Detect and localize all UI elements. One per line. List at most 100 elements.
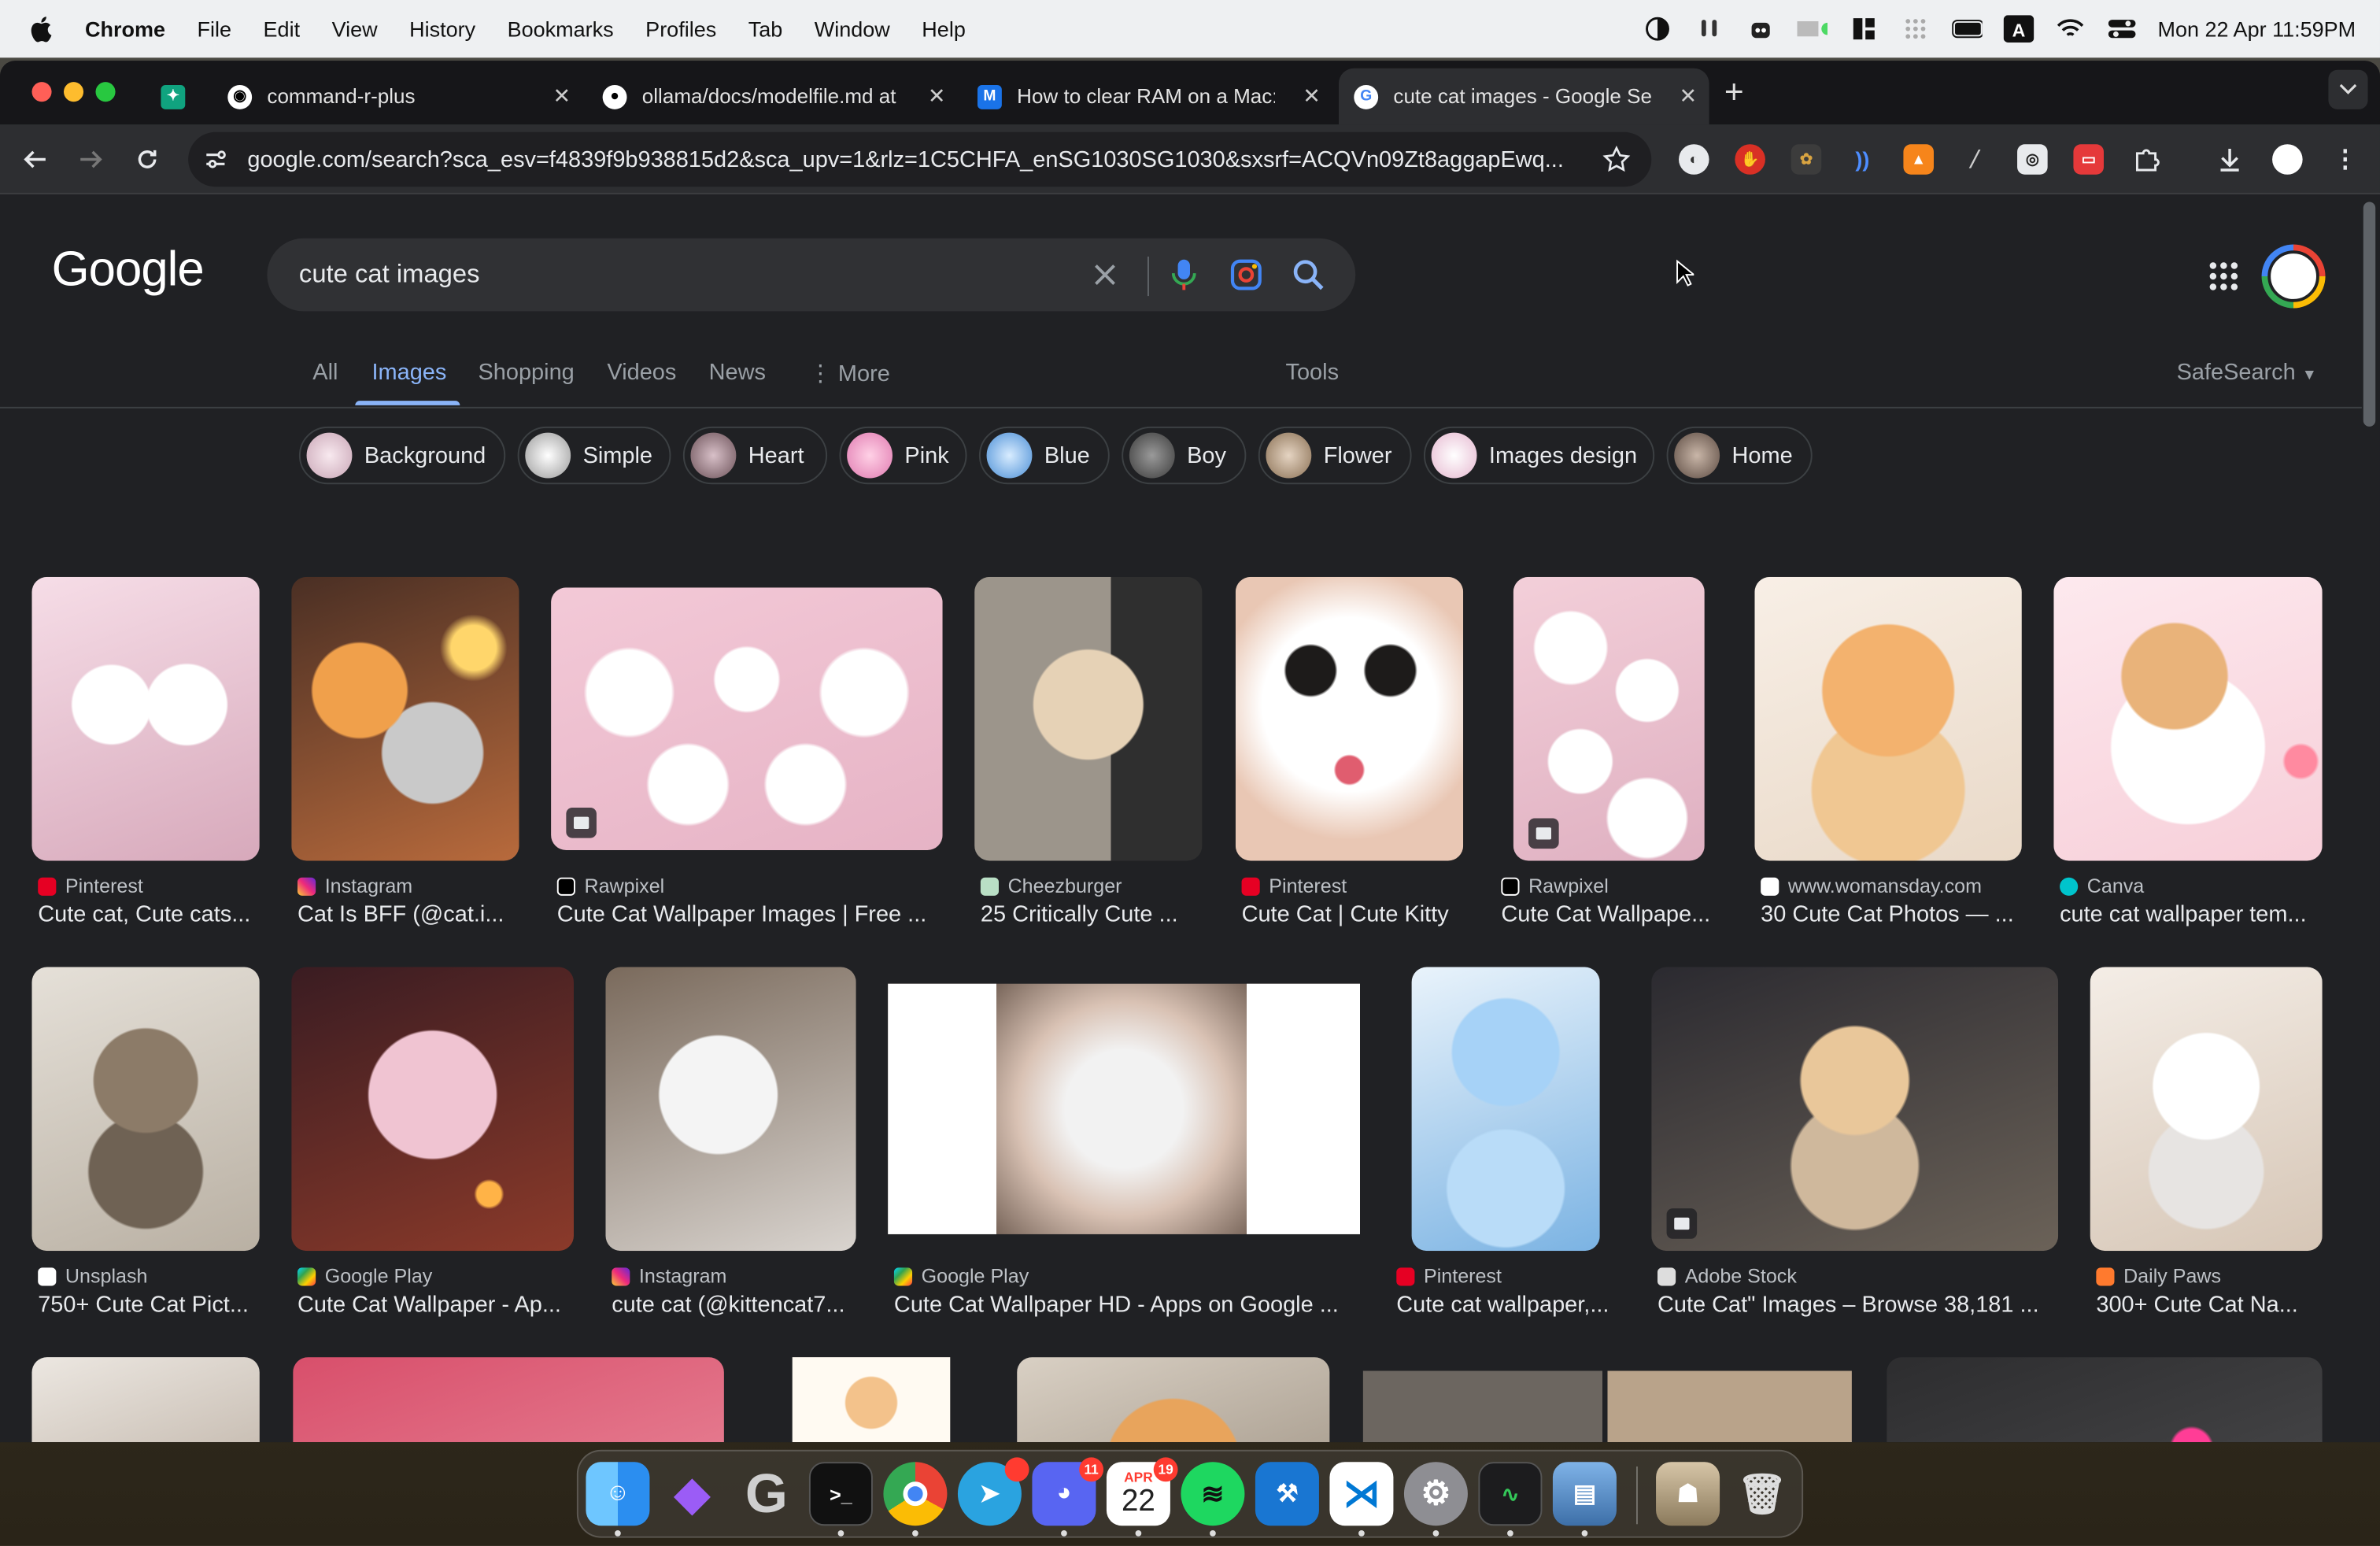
apple-icon[interactable] [31,15,55,43]
menu-window[interactable]: Window [815,17,890,41]
menu-app-name[interactable]: Chrome [85,17,165,41]
result-image[interactable] [792,1357,951,1443]
tab-more[interactable]: ⋮ More [809,360,890,387]
result-source[interactable]: Pinterest [38,875,143,897]
address-url[interactable]: google.com/search?sca_esv=f4839f9b938815… [247,146,1598,172]
tab-ollama-github[interactable]: ● ollama/docs/modelfile.md at ✕ [587,68,958,124]
google-apps-icon[interactable] [2207,260,2240,293]
extension-8-icon[interactable]: ▭ [2073,144,2104,175]
robot-icon[interactable] [1745,15,1776,43]
result-source[interactable]: Pinterest [1396,1264,1502,1287]
bookmark-star-icon[interactable] [1602,145,1631,180]
result-image[interactable] [551,587,943,850]
preview-icon[interactable]: ▤ [1552,1462,1617,1526]
result-source[interactable]: Canva [2060,875,2144,897]
input-source-icon[interactable]: A [2002,15,2034,43]
layout-icon[interactable] [1848,15,1879,43]
address-bar[interactable]: google.com/search?sca_esv=f4839f9b938815… [188,131,1652,187]
safesearch-button[interactable]: SafeSearch ▼ [2177,360,2317,386]
result-caption[interactable]: 30 Cute Cat Photos — ... [1761,902,2022,928]
result-caption[interactable]: Cute Cat | Cute Kitty [1242,902,1469,928]
result-caption[interactable]: cute cat wallpaper tem... [2060,902,2318,928]
wifi-icon[interactable] [2054,15,2085,43]
finder-icon[interactable]: ☺ [586,1462,650,1526]
result-image[interactable] [291,576,519,861]
voice-search-icon[interactable] [1166,257,1202,293]
chip-simple[interactable]: Simple [517,426,671,485]
chip-background[interactable]: Background [298,426,506,485]
result-image[interactable] [1513,576,1705,861]
search-input[interactable] [298,259,1059,290]
result-caption[interactable]: Cute cat wallpaper,... [1396,1292,1615,1318]
result-image[interactable] [293,1357,724,1443]
result-caption[interactable]: Cat Is BFF (@cat.i... [298,902,519,928]
control-center-icon[interactable] [2106,15,2137,43]
extensions-puzzle-icon[interactable] [2131,144,2162,175]
result-caption[interactable]: Cute Cat Wallpape... [1501,902,1717,928]
zoom-window-button[interactable] [95,82,116,102]
menu-help[interactable]: Help [922,17,966,41]
downloads-folder-icon[interactable]: ☗ [1656,1462,1720,1526]
extension-7-icon[interactable]: ◎ [2017,144,2048,175]
calendar-icon[interactable]: APR 22 19 [1106,1457,1178,1526]
chip-pink[interactable]: Pink [839,426,967,485]
tab-news[interactable]: News [709,360,766,386]
chip-flower[interactable]: Flower [1258,426,1412,485]
result-source[interactable]: Unsplash [38,1264,147,1287]
result-source[interactable]: Rawpixel [1501,875,1609,897]
result-image[interactable] [1235,576,1464,861]
trash-icon[interactable]: 🗑 [1731,1462,1794,1526]
close-tab-icon[interactable]: ✕ [1303,83,1321,109]
chip-blue[interactable]: Blue [978,426,1110,485]
chrome-menu-icon[interactable]: ⋮ [2330,144,2360,175]
extension-3-icon[interactable]: ✿ [1791,144,1822,175]
result-caption[interactable]: Cute Cat" Images – Browse 38,181 ... [1658,1292,2052,1318]
page-scrollbar[interactable] [2363,202,2376,427]
obsidian-icon[interactable]: ◆ [660,1462,724,1526]
result-image[interactable] [1651,967,2059,1252]
result-image[interactable] [291,967,574,1252]
telegram-icon[interactable]: ➤ [957,1457,1029,1526]
result-caption[interactable]: 25 Critically Cute ... [981,902,1203,928]
result-source[interactable]: Google Play [893,1264,1029,1287]
stats-icon[interactable] [1796,15,1828,43]
profile-avatar-icon[interactable] [2272,144,2303,175]
menubar-clock[interactable]: Mon 22 Apr 11:59PM [2157,17,2356,41]
result-source[interactable]: Pinterest [1241,875,1347,897]
extension-2-icon[interactable]: ✋ [1735,144,1765,175]
result-source[interactable]: Rawpixel [556,875,664,897]
close-window-button[interactable] [31,82,52,102]
tab-clear-ram[interactable]: M How to clear RAM on a Mac: ✕ [963,68,1333,124]
menu-edit[interactable]: Edit [264,17,301,41]
result-source[interactable]: www.womansday.com [1761,875,1982,897]
activity-monitor-icon[interactable]: ∿ [1478,1462,1543,1526]
result-image[interactable] [2090,967,2323,1252]
result-image[interactable] [31,576,260,861]
close-tab-icon[interactable]: ✕ [928,83,946,109]
result-image[interactable] [1017,1357,1330,1443]
tab-images[interactable]: Images [371,360,446,386]
result-caption[interactable]: Cute Cat Wallpaper Images | Free ... [557,902,943,928]
result-image[interactable] [1411,967,1600,1252]
new-tab-button[interactable]: + [1724,73,1744,113]
result-image[interactable] [974,576,1203,861]
menu-file[interactable]: File [198,17,232,41]
forward-button[interactable] [76,144,106,175]
tab-videos[interactable]: Videos [607,360,676,386]
google-logo[interactable]: Google [52,242,205,298]
download-icon[interactable] [2215,144,2245,175]
search-submit-icon[interactable] [1290,257,1326,293]
result-caption[interactable]: 300+ Cute Cat Na... [2096,1292,2322,1318]
reload-button[interactable] [132,144,163,175]
result-caption[interactable]: 750+ Cute Cat Pict... [38,1292,260,1318]
menu-history[interactable]: History [409,17,475,41]
account-avatar[interactable] [2261,244,2326,309]
result-source[interactable]: Cheezburger [980,875,1122,897]
menu-profiles[interactable]: Profiles [645,17,716,41]
extension-4-icon[interactable]: )) [1847,144,1878,175]
result-image[interactable] [1362,1370,1852,1443]
result-image[interactable] [31,1357,260,1443]
result-source[interactable]: Daily Paws [2096,1264,2221,1287]
close-tab-icon[interactable]: ✕ [1680,83,1698,109]
back-button[interactable] [20,144,50,175]
